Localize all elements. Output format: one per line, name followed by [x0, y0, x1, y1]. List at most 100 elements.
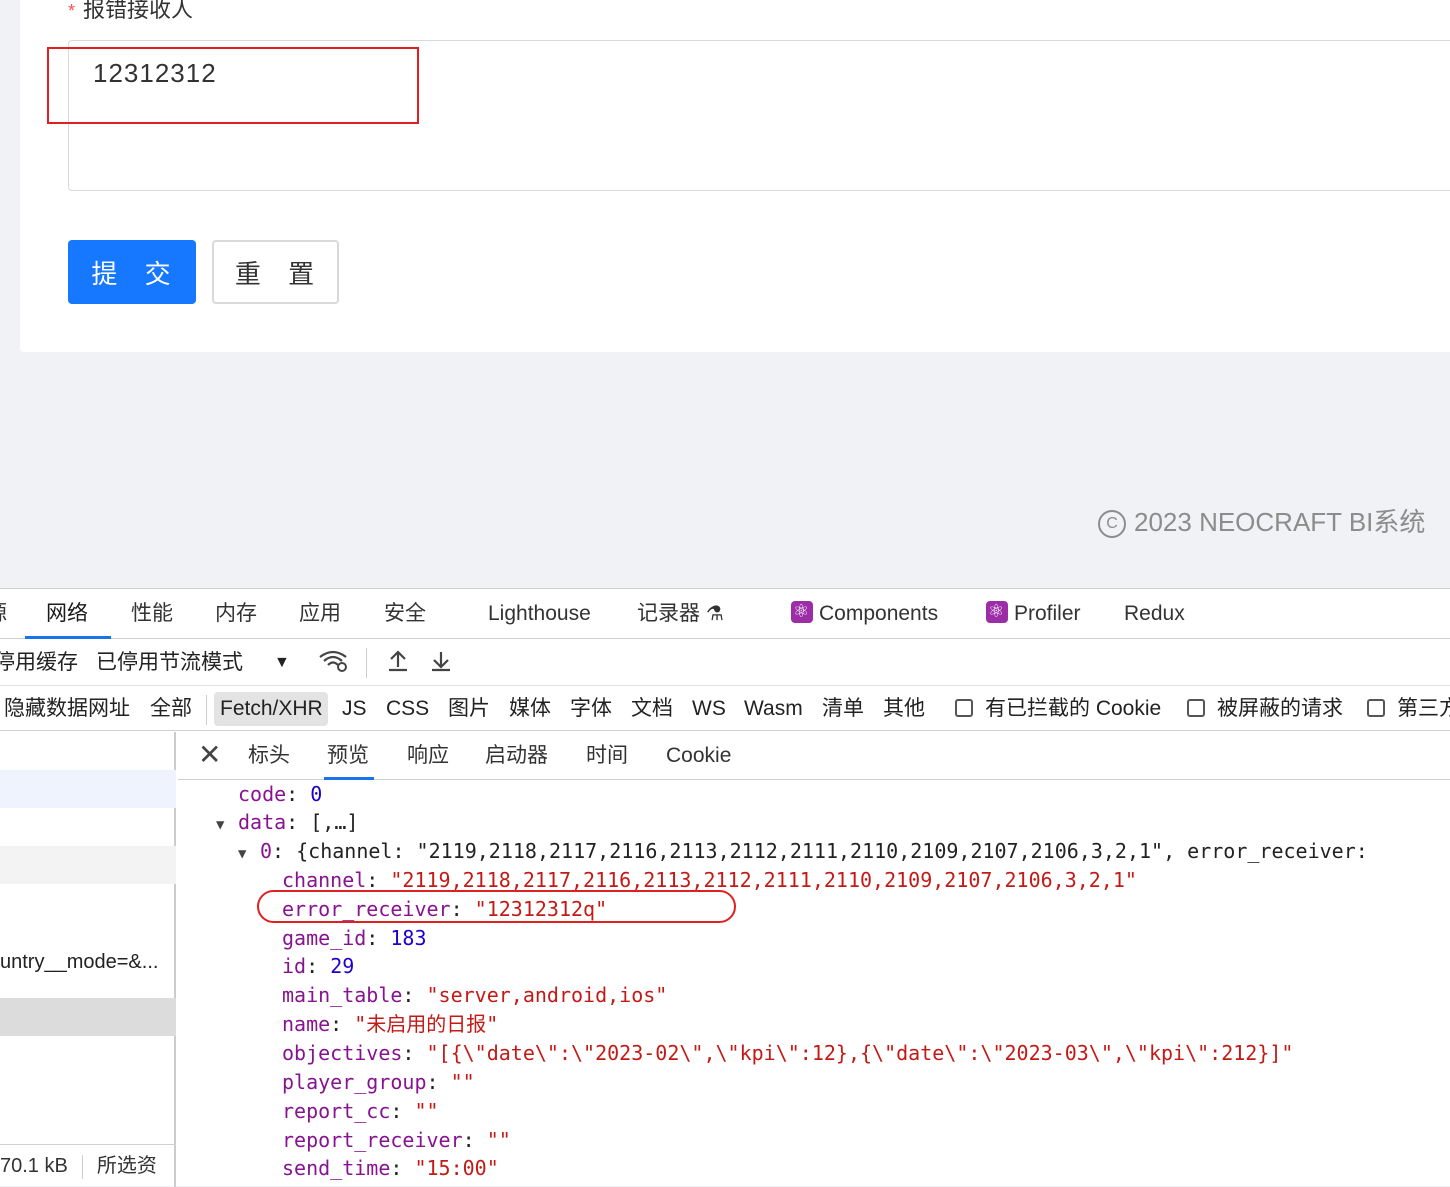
- network-filterbar: 隐藏数据网址 全部 Fetch/XHR JS CSS 图片 媒体 字体 文档 W…: [0, 687, 1450, 731]
- json-value: 29: [330, 954, 355, 978]
- tab-preview[interactable]: 预览: [327, 732, 369, 780]
- filter-js[interactable]: JS: [342, 687, 367, 731]
- json-key: name: [282, 1012, 331, 1036]
- third-party-toggle[interactable]: 第三方: [1367, 687, 1450, 731]
- tab-recorder[interactable]: 记录器 ⚗: [637, 589, 724, 639]
- json-summary: [,…]: [310, 810, 359, 834]
- checkbox[interactable]: [1187, 699, 1205, 717]
- filter-media[interactable]: 媒体: [509, 687, 551, 731]
- tab-memory[interactable]: 内存: [215, 589, 257, 639]
- blocked-cookies-toggle[interactable]: 有已拦截的 Cookie: [955, 687, 1161, 731]
- tab-security[interactable]: 安全: [384, 589, 426, 639]
- blocked-requests-toggle[interactable]: 被屏蔽的请求: [1187, 687, 1343, 731]
- hide-data-urls[interactable]: 隐藏数据网址: [4, 687, 130, 731]
- request-detail: ✕ 标头 预览 响应 启动器 时间 Cookie code: 0 ▼ data: …: [178, 732, 1450, 1187]
- filter-fetch-xhr[interactable]: Fetch/XHR: [220, 687, 323, 731]
- json-line-name: name: "未启用的日报": [282, 1012, 499, 1036]
- json-line-code: code: 0: [238, 782, 323, 806]
- list-item[interactable]: [0, 770, 176, 808]
- json-value: "[{\"date\":\"2023-02\",\"kpi\":12},{\"d…: [426, 1041, 1294, 1065]
- filter-other[interactable]: 其他: [883, 687, 925, 731]
- network-conditions-icon[interactable]: [318, 640, 348, 686]
- upload-icon[interactable]: [386, 640, 410, 686]
- tab-components[interactable]: Components: [791, 589, 938, 639]
- disable-cache-label[interactable]: 停用缓存: [0, 640, 78, 686]
- devtools-panel: 源 网络 性能 内存 应用 安全 Lighthouse 记录器 ⚗ Compon…: [0, 588, 1450, 1187]
- filter-divider: [206, 695, 207, 725]
- json-key: objectives: [282, 1041, 403, 1065]
- json-key: game_id: [282, 926, 367, 950]
- footer-text: 2023 NEOCRAFT BI系统: [1134, 507, 1426, 537]
- copyright-icon: C: [1098, 510, 1126, 539]
- checkbox[interactable]: [1367, 699, 1385, 717]
- tab-application[interactable]: 应用: [299, 589, 341, 639]
- tab-performance[interactable]: 性能: [131, 589, 173, 639]
- filter-ws[interactable]: WS: [692, 687, 726, 731]
- close-icon[interactable]: ✕: [198, 740, 221, 770]
- filter-manifest[interactable]: 清单: [822, 687, 864, 731]
- tab-headers[interactable]: 标头: [248, 732, 290, 780]
- list-item-selected[interactable]: [0, 998, 176, 1036]
- json-line-objectives: objectives: "[{\"date\":\"2023-02\",\"kp…: [282, 1041, 1294, 1065]
- tab-sources[interactable]: 源: [0, 589, 7, 639]
- filter-img[interactable]: 图片: [448, 687, 490, 731]
- json-key: 0: [260, 839, 273, 863]
- annotation-box: [47, 47, 419, 124]
- tab-network[interactable]: 网络: [46, 589, 88, 639]
- json-line-player-group: player_group: "": [282, 1070, 475, 1094]
- submit-button[interactable]: 提 交: [68, 240, 196, 304]
- json-summary: {channel: "2119,2118,2117,2116,2113,2112…: [296, 839, 1368, 863]
- json-key: code: [238, 782, 287, 806]
- tab-timing[interactable]: 时间: [586, 732, 628, 780]
- tab-recorder-label: 记录器: [637, 602, 700, 625]
- flask-icon: ⚗: [705, 603, 724, 625]
- throttle-select[interactable]: 已停用节流模式: [96, 640, 243, 686]
- expand-triangle-icon[interactable]: ▼: [216, 811, 238, 839]
- filter-doc[interactable]: 文档: [631, 687, 673, 731]
- list-item[interactable]: [0, 846, 176, 884]
- json-line-report-cc: report_cc: "": [282, 1099, 439, 1123]
- expand-triangle-icon[interactable]: ▼: [238, 840, 260, 868]
- required-mark: *: [68, 1, 76, 21]
- json-value: "server,android,ios": [426, 983, 668, 1007]
- filter-font[interactable]: 字体: [570, 687, 612, 731]
- json-key: id: [282, 954, 307, 978]
- detail-tabbar: ✕ 标头 预览 响应 启动器 时间 Cookie: [178, 732, 1450, 780]
- annotation-oval: [257, 890, 736, 923]
- json-value: 183: [390, 926, 427, 950]
- tab-cookies[interactable]: Cookie: [666, 732, 731, 780]
- json-line-main-table: main_table: "server,android,ios": [282, 983, 668, 1007]
- json-key: send_time: [282, 1156, 391, 1180]
- json-key: player_group: [282, 1070, 427, 1094]
- blocked-requests-label: 被屏蔽的请求: [1217, 697, 1343, 720]
- tab-redux[interactable]: Redux: [1124, 589, 1185, 639]
- tab-lighthouse[interactable]: Lighthouse: [488, 589, 591, 639]
- json-line-game-id: game_id: 183: [282, 926, 427, 950]
- json-line-send-time: send_time: "15:00": [282, 1156, 499, 1180]
- json-line-id: id: 29: [282, 954, 355, 978]
- download-icon[interactable]: [429, 640, 453, 686]
- filter-css[interactable]: CSS: [386, 687, 429, 731]
- json-line-item[interactable]: ▼ 0: {channel: "2119,2118,2117,2116,2113,…: [238, 837, 1368, 865]
- tab-initiator[interactable]: 启动器: [485, 732, 548, 780]
- json-value: "未启用的日报": [354, 1012, 499, 1036]
- third-party-label: 第三方: [1397, 697, 1450, 720]
- json-line-data[interactable]: ▼ data: [,…]: [216, 808, 358, 836]
- reset-button[interactable]: 重 置: [212, 240, 339, 304]
- react-icon: [791, 600, 813, 623]
- checkbox[interactable]: [955, 699, 973, 717]
- filter-wasm[interactable]: Wasm: [744, 687, 803, 731]
- json-key: main_table: [282, 983, 403, 1007]
- tab-response[interactable]: 响应: [407, 732, 449, 780]
- chevron-down-icon[interactable]: ▼: [274, 640, 290, 686]
- toolbar-divider: [366, 648, 367, 678]
- json-key: data: [238, 810, 287, 834]
- json-value: 0: [310, 782, 323, 806]
- request-list: untry__mode=&... 70.1 kB 所选资: [0, 732, 176, 1187]
- filter-all[interactable]: 全部: [150, 687, 192, 731]
- network-toolbar: 停用缓存 已停用节流模式 ▼: [0, 640, 1450, 686]
- tab-profiler[interactable]: Profiler: [986, 589, 1081, 639]
- devtools-tabbar: 源 网络 性能 内存 应用 安全 Lighthouse 记录器 ⚗ Compon…: [0, 589, 1450, 639]
- footer-copyright: C 2023 NEOCRAFT BI系统: [1098, 502, 1425, 539]
- request-name[interactable]: untry__mode=&...: [0, 951, 176, 974]
